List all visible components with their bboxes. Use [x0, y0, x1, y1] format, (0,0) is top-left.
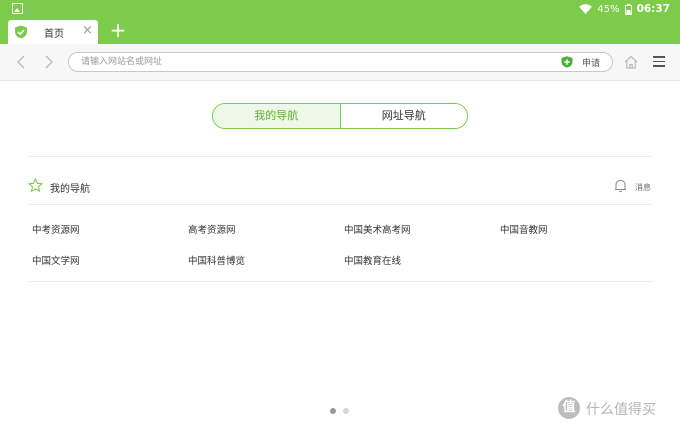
shield-icon[interactable] — [561, 56, 573, 68]
tab-bar: 首页 × + — [0, 18, 680, 44]
menu-icon[interactable] — [653, 56, 665, 67]
status-bar: 45% 06:37 — [0, 0, 680, 18]
watermark-logo: 值 什么值得买 — [558, 396, 676, 420]
nav-link[interactable]: 中国音教网 — [500, 222, 548, 236]
segment-site-nav[interactable]: 网址导航 — [340, 104, 467, 128]
url-input[interactable] — [81, 55, 541, 69]
message-label[interactable]: 消息 — [635, 182, 651, 193]
page-dot[interactable] — [343, 408, 349, 414]
wifi-icon — [579, 4, 593, 14]
nav-link[interactable]: 高考资源网 — [188, 222, 236, 236]
apply-button[interactable]: 申请 — [582, 56, 600, 69]
segment-my-nav[interactable]: 我的导航 — [213, 104, 341, 128]
nav-segment: 我的导航 网址导航 — [212, 103, 468, 129]
watermark-text: 什么值得买 — [586, 402, 656, 418]
back-icon[interactable] — [14, 53, 30, 71]
shield-icon — [15, 25, 27, 39]
nav-link[interactable]: 中国科普博览 — [188, 253, 245, 267]
add-tab-icon[interactable]: + — [108, 19, 128, 41]
watermark-badge: 值 — [558, 397, 580, 419]
star-icon — [28, 178, 43, 192]
section-title: 我的导航 — [50, 184, 90, 195]
tab-home[interactable]: 首页 × — [8, 20, 98, 44]
status-right: 45% 06:37 — [579, 1, 670, 17]
gallery-icon — [12, 3, 23, 14]
nav-link[interactable]: 中考资源网 — [32, 222, 80, 236]
bell-icon[interactable] — [613, 178, 628, 193]
close-icon[interactable]: × — [82, 23, 93, 39]
url-box: 申请 — [68, 52, 613, 72]
battery-icon — [624, 3, 632, 15]
battery-percent: 45% — [597, 3, 620, 15]
nav-link[interactable]: 中国文学网 — [32, 253, 80, 267]
clock: 06:37 — [636, 3, 670, 15]
nav-link[interactable]: 中国教育在线 — [344, 253, 401, 267]
nav-link[interactable]: 中国美术高考网 — [344, 222, 411, 236]
address-bar: 申请 — [0, 44, 680, 81]
tab-title: 首页 — [44, 29, 64, 40]
divider — [28, 156, 653, 157]
divider — [28, 281, 653, 282]
home-icon[interactable] — [623, 54, 639, 70]
divider — [28, 204, 653, 205]
forward-icon[interactable] — [40, 53, 56, 71]
page-dot-active[interactable] — [330, 408, 336, 414]
